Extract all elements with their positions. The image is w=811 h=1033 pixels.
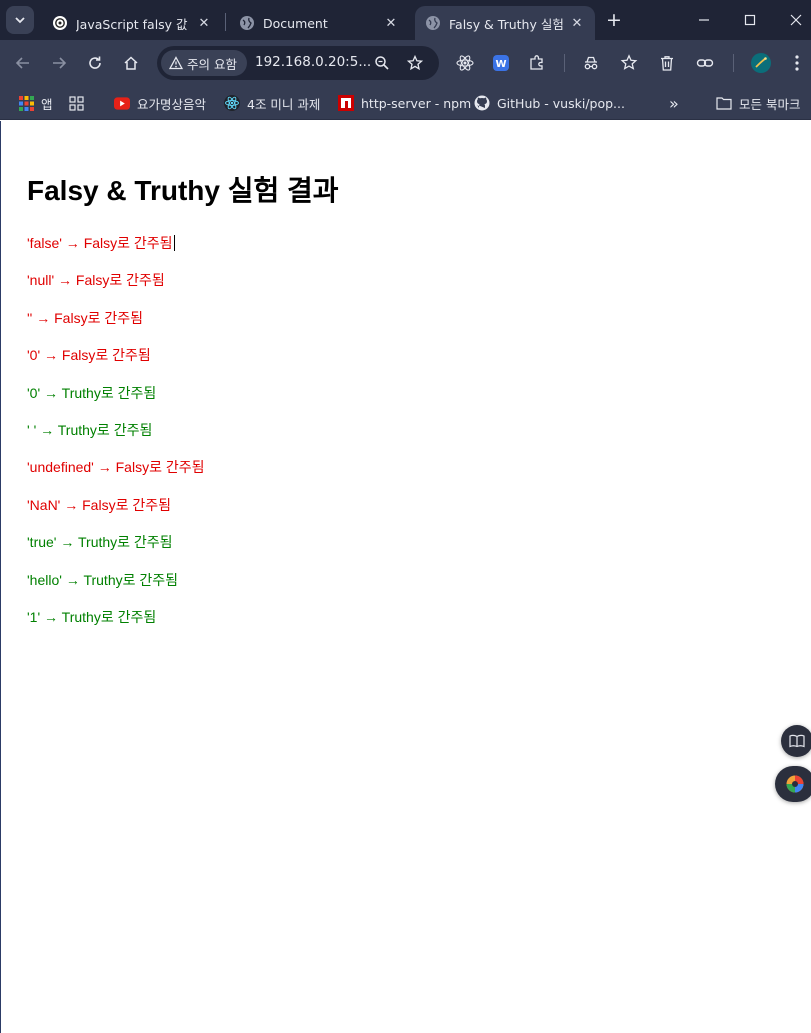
link-icon[interactable] [694,52,716,74]
text-caret [173,235,175,251]
forward-arrow-icon [53,57,67,69]
result-line: '0' → Truthy로 간주됨 [27,385,157,401]
npm-icon [338,95,354,111]
folder-icon [716,95,732,111]
bookmark-star-icon[interactable] [405,53,425,73]
bookmarks-overflow-button[interactable]: » [669,91,679,115]
apps-grid-icon [18,95,34,111]
incognito-icon[interactable] [580,52,602,74]
bookmark-react[interactable]: 4조 미니 과제 [224,91,320,115]
window-close-button[interactable] [784,8,808,32]
warning-icon [169,56,183,70]
close-icon[interactable]: ✕ [196,15,212,31]
profile-avatar[interactable] [750,52,772,74]
bookmark-label: 4조 미니 과제 [247,96,321,112]
reload-button[interactable] [83,51,107,75]
svg-text:W: W [495,59,506,70]
extensions-puzzle-icon[interactable] [526,52,548,74]
bookmark-label: 앱 [41,96,53,112]
bookmark-github[interactable]: GitHub - vuski/pop... [474,91,625,115]
result-text: 'false' → Falsy로 간주됨 [27,235,173,251]
maximize-button[interactable] [738,8,762,32]
bookmarks-bar: 앱 요가명상음악 4조 미니 과제 http-server - npm GitH… [0,86,811,194]
result-line: '' → Falsy로 간주됨 [27,310,143,326]
github-icon [474,95,490,111]
address-bar[interactable]: 주의 요함 192.168.0.20:5... [157,46,439,80]
result-line: 'NaN' → Falsy로 간주됨 [27,497,171,513]
globe-icon [425,15,441,31]
tab-2[interactable]: Document ✕ [229,6,409,40]
minimize-button[interactable] [692,8,716,32]
bookmark-label: 요가명상음악 [137,96,207,112]
security-label: 주의 요함 [187,56,237,72]
all-bookmarks-label: 모든 북마크 [739,96,801,112]
toolbar-separator [564,54,565,72]
result-line: '1' → Truthy로 간주됨 [27,609,157,625]
zoom-icon[interactable] [372,53,392,73]
bookmark-label: GitHub - vuski/pop... [497,95,625,111]
bookmark-youtube[interactable]: 요가명상음악 [114,91,206,115]
assistant-button[interactable] [775,766,811,802]
home-button[interactable] [119,51,143,75]
tab-strip: JavaScript falsy 값 설 ✕ Document ✕ Falsy … [0,0,811,40]
reload-icon [89,56,101,69]
result-line: 'true' → Truthy로 간주됨 [27,534,173,550]
tab-3-title: Falsy & Truthy 실험 [449,16,563,32]
tab-separator [225,13,226,31]
tab-3-active[interactable]: Falsy & Truthy 실험 ✕ [415,6,595,40]
close-icon[interactable]: ✕ [383,15,399,31]
assistant-icon [786,775,804,793]
favorites-star-icon[interactable] [618,52,640,74]
page-title: Falsy & Truthy 실험 결과 [27,175,339,206]
back-arrow-icon [15,57,29,69]
menu-kebab-icon[interactable] [786,52,808,74]
tab-1[interactable]: JavaScript falsy 값 설 ✕ [42,6,222,40]
page-content: Falsy & Truthy 실험 결과 'false' → Falsy로 간주… [0,121,811,1033]
tab-groups-icon [68,95,84,111]
trash-icon[interactable] [656,52,678,74]
home-icon [124,56,138,70]
open-book-icon [789,734,805,748]
minimize-icon [699,19,709,21]
back-button[interactable] [11,51,35,75]
bookmark-label: http-server - npm [361,95,472,111]
result-line: 'null' → Falsy로 간주됨 [27,272,165,288]
all-bookmarks-button[interactable]: 모든 북마크 [716,91,800,115]
whale-extension-icon[interactable]: W [490,52,512,74]
forward-button[interactable] [47,51,71,75]
openai-icon [52,15,68,31]
tab-1-title: JavaScript falsy 값 설 [76,16,190,32]
tab-search-button[interactable] [6,6,34,34]
globe-icon [239,15,255,31]
overflow-chevron-icon: » [669,93,679,113]
url-text[interactable]: 192.168.0.20:5... [255,54,371,70]
reading-mode-button[interactable] [781,725,811,757]
tab-2-title: Document [263,15,328,31]
result-line: ' ' → Truthy로 간주됨 [27,422,153,438]
browser-toolbar: 주의 요함 192.168.0.20:5... W [0,40,811,86]
new-tab-button[interactable]: + [603,9,625,31]
maximize-icon [744,14,756,26]
close-icon [790,14,802,26]
bookmark-npm[interactable]: http-server - npm [338,91,471,115]
security-warning-chip[interactable]: 주의 요함 [161,50,247,76]
result-line: 'false' → Falsy로 간주됨 [27,233,175,253]
react-icon [224,95,240,111]
result-line: '0' → Falsy로 간주됨 [27,347,151,363]
close-icon[interactable]: ✕ [569,15,585,31]
toolbar-separator [733,54,734,72]
bookmark-tab-groups[interactable] [68,91,91,115]
chevron-down-icon [15,17,25,24]
react-devtools-icon[interactable] [454,52,476,74]
result-line: 'hello' → Truthy로 간주됨 [27,572,179,588]
result-line: 'undefined' → Falsy로 간주됨 [27,459,205,475]
bookmark-apps[interactable]: 앱 [18,91,53,115]
youtube-icon [114,95,130,111]
